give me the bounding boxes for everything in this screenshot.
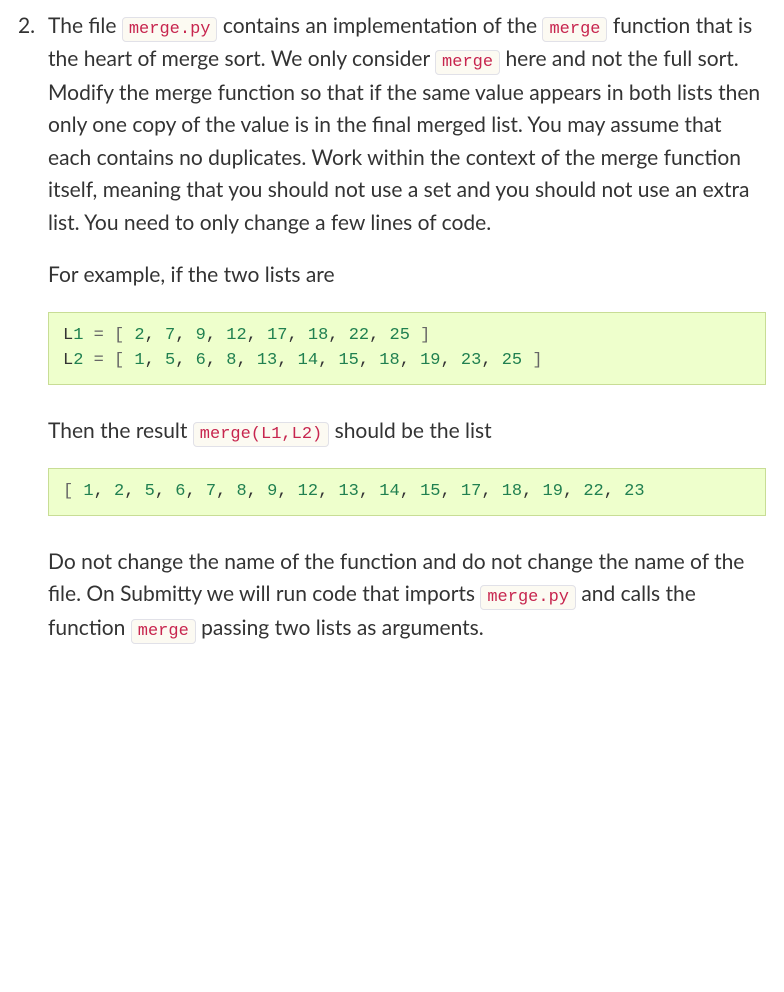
paragraph-1: The file merge.py contains an implementa… xyxy=(48,10,766,239)
problem-content: The file merge.py contains an implementa… xyxy=(48,10,766,665)
inline-code: merge xyxy=(435,50,500,75)
problem-number: 2. xyxy=(18,10,48,43)
code-block-result-list: [ 1, 2, 5, 6, 7, 8, 9, 12, 13, 14, 15, 1… xyxy=(48,468,766,516)
code-block-input-lists: L1 = [ 2, 7, 9, 12, 17, 18, 22, 25 ] L2 … xyxy=(48,312,766,385)
inline-code: merge.py xyxy=(122,17,218,42)
inline-code: merge(L1,L2) xyxy=(193,422,329,447)
inline-code: merge xyxy=(131,619,196,644)
paragraph-4: Do not change the name of the function a… xyxy=(48,546,766,645)
inline-code: merge xyxy=(542,17,607,42)
paragraph-3: Then the result merge(L1,L2) should be t… xyxy=(48,415,766,448)
paragraph-2: For example, if the two lists are xyxy=(48,259,766,292)
inline-code: merge.py xyxy=(480,585,576,610)
problem-item: 2. The file merge.py contains an impleme… xyxy=(18,10,766,665)
